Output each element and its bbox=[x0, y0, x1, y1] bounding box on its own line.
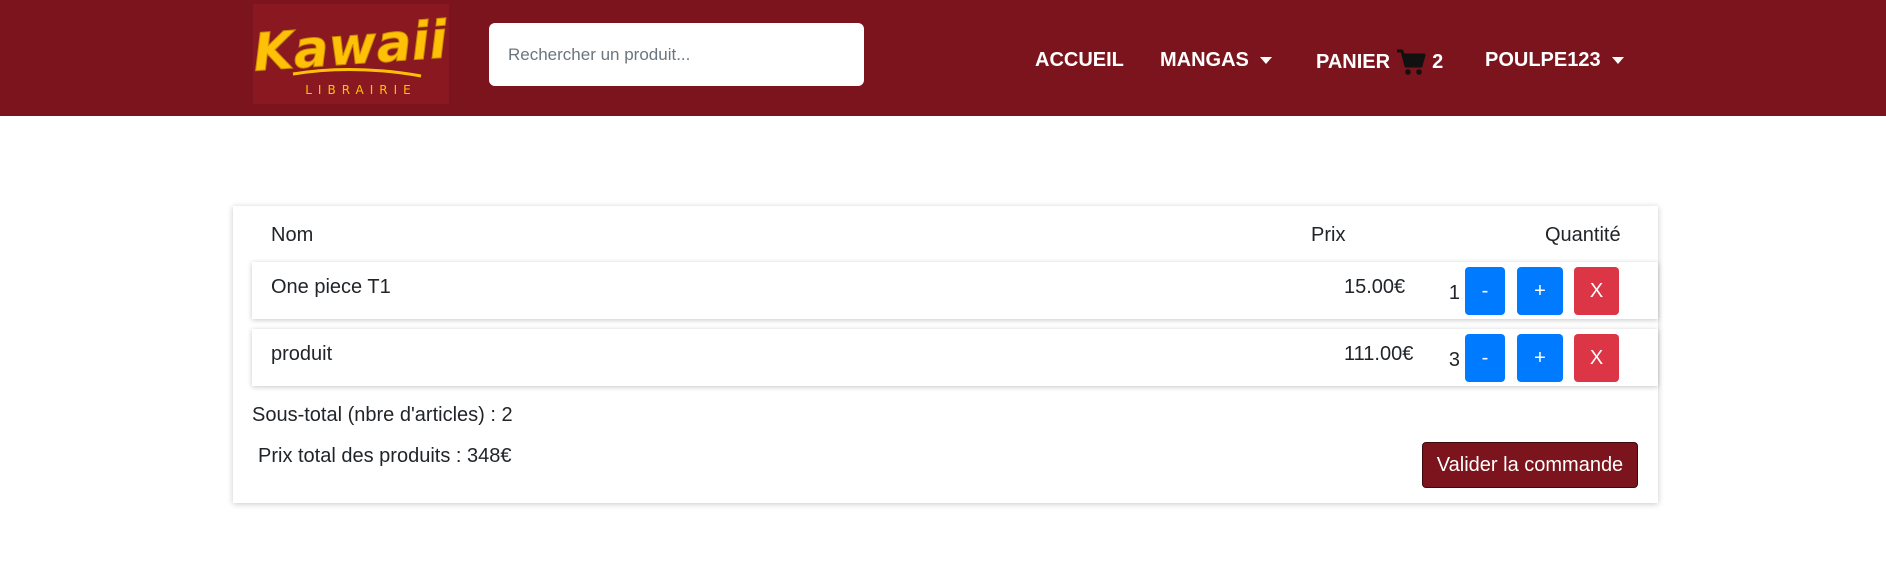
remove-item-button[interactable]: X bbox=[1574, 334, 1619, 382]
increase-quantity-button[interactable]: + bbox=[1517, 267, 1563, 315]
cart-item-row: One piece T1 15.00€ 1 - + X bbox=[252, 262, 1658, 319]
caret-down-icon bbox=[1611, 56, 1624, 64]
item-name: One piece T1 bbox=[271, 276, 391, 298]
subtotal-text: Sous-total (nbre d'articles) : 2 bbox=[252, 404, 513, 426]
increase-quantity-button[interactable]: + bbox=[1517, 334, 1563, 382]
logo[interactable]: Kawaii LIBRAIRIE bbox=[253, 4, 449, 104]
nav-cart[interactable]: PANIER 2 bbox=[1316, 48, 1443, 76]
cart-item-row: produit 111.00€ 3 - + X bbox=[252, 329, 1658, 386]
logo-subtext: LIBRAIRIE bbox=[305, 83, 417, 97]
item-quantity: 1 bbox=[1448, 282, 1460, 304]
nav-home[interactable]: ACCUEIL bbox=[1035, 48, 1124, 72]
column-header-name: Nom bbox=[271, 224, 314, 246]
item-price: 111.00€ bbox=[1344, 343, 1414, 365]
item-name: produit bbox=[271, 343, 333, 365]
item-quantity: 3 bbox=[1448, 349, 1460, 371]
nav-cart-label: PANIER bbox=[1316, 51, 1391, 73]
nav-mangas-label: MANGAS bbox=[1160, 49, 1249, 71]
validate-order-button[interactable]: Valider la commande bbox=[1422, 442, 1638, 488]
cart-card: Nom Prix Quantité One piece T1 15.00€ 1 … bbox=[233, 206, 1658, 503]
shopping-cart-icon bbox=[1396, 48, 1426, 76]
remove-item-button[interactable]: X bbox=[1574, 267, 1619, 315]
column-header-price: Prix bbox=[1311, 224, 1346, 246]
cart-count-badge: 2 bbox=[1432, 51, 1444, 73]
decrease-quantity-button[interactable]: - bbox=[1465, 267, 1505, 315]
item-price: 15.00€ bbox=[1344, 276, 1406, 298]
nav-mangas-dropdown[interactable]: MANGAS bbox=[1160, 48, 1272, 72]
search-input[interactable] bbox=[489, 23, 864, 86]
nav-user-label: POULPE123 bbox=[1485, 49, 1601, 71]
column-header-quantity: Quantité bbox=[1545, 224, 1621, 246]
decrease-quantity-button[interactable]: - bbox=[1465, 334, 1505, 382]
navbar: Kawaii LIBRAIRIE ACCUEIL MANGAS PANIER 2… bbox=[0, 0, 1886, 116]
total-price-text: Prix total des produits : 348€ bbox=[258, 445, 512, 467]
logo-text: Kawaii bbox=[253, 10, 449, 83]
nav-user-dropdown[interactable]: POULPE123 bbox=[1485, 48, 1624, 72]
caret-down-icon bbox=[1259, 56, 1272, 64]
nav-home-label: ACCUEIL bbox=[1035, 49, 1124, 71]
